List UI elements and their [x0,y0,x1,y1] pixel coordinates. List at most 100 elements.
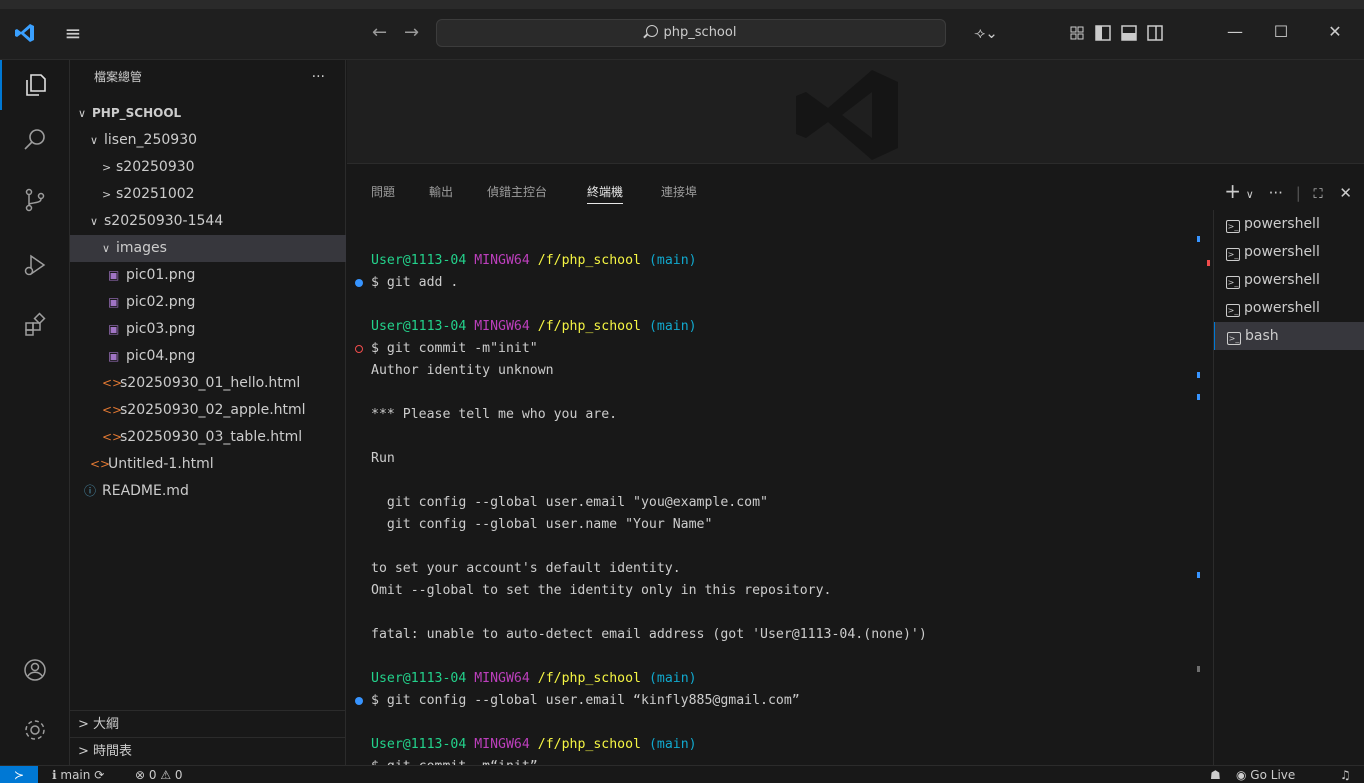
maximize-button[interactable]: ☐ [1258,16,1304,48]
tree-file-label: pic03.png [126,321,196,337]
branch-status[interactable]: ℹ︎ main ⟳ [52,766,104,783]
output-line: *** Please tell me who you are. [371,407,618,422]
tree-file[interactable]: ▣ pic01.png [70,262,346,289]
minimize-button[interactable]: — [1212,16,1258,48]
tree-folder[interactable]: ∨ lisen_250930 [70,127,346,154]
explorer-sidebar: 檔案總管 ··· ∨ PHP_SCHOOL ∨ lisen_250930 > s202… [70,60,346,765]
chevron-right-icon: > [78,717,94,732]
tab-output[interactable]: 輸出 [429,180,453,204]
terminal-instance-label: powershell [1244,272,1320,288]
title-bar-strip [0,0,1364,9]
tab-ports[interactable]: 連接埠 [661,180,697,204]
explorer-icon[interactable] [0,60,70,110]
extensions-icon[interactable] [0,300,70,350]
command-success-dot[interactable] [355,697,363,705]
copilot-status-icon[interactable]: ☗ [1210,766,1221,783]
tree-file[interactable]: <>s20250930_01_hello.html [70,370,346,397]
settings-gear-icon[interactable] [0,705,70,755]
scroll-thumb-marker [1197,666,1200,672]
tree-folder[interactable]: ∨ s20250930-1544 [70,208,346,235]
command-center-search[interactable]: php_school [436,19,946,47]
close-button[interactable]: ✕ [1312,16,1358,48]
explorer-title: 檔案總管 [94,70,143,84]
editor-area[interactable] [347,60,1364,163]
search-icon[interactable] [0,115,70,165]
source-control-icon[interactable] [0,175,70,225]
copilot-icon[interactable]: ⟢⌄ [968,22,1004,44]
outline-label: 大綱 [93,717,120,732]
branch-label: main [60,768,91,782]
more-icon[interactable]: ··· [1269,184,1283,202]
outline-section[interactable]: > 大綱 [70,710,346,737]
run-debug-icon[interactable] [0,240,70,290]
workspace-root[interactable]: ∨ PHP_SCHOOL [70,100,346,127]
prompt-branch: (main) [648,319,697,334]
image-file-icon: ▣ [108,349,120,363]
terminal-instance[interactable]: >_ powershell [1214,294,1364,322]
tree-folder[interactable]: > s20250930 [70,154,346,181]
toggle-sidebar-icon[interactable] [1092,22,1114,44]
chevron-down-icon[interactable]: ∨ [1246,188,1254,201]
tab-problems[interactable]: 問題 [371,180,395,204]
title-bar: ≡ ← → php_school ⟢⌄ — ☐ ✕ [0,0,1364,60]
notifications-bell-icon[interactable]: ♫ [1340,766,1351,783]
prompt-user: User@1113-04 [371,319,467,334]
output-line: Author identity unknown [371,363,554,378]
timeline-section[interactable]: > 時間表 [70,737,346,764]
more-actions-button[interactable]: ··· [312,60,325,95]
prompt-branch: (main) [648,671,697,686]
terminal-scrollbar[interactable] [1197,228,1211,766]
terminal-instance[interactable]: >_ powershell [1214,266,1364,294]
html-file-icon: <> [90,457,111,471]
tree-file[interactable]: ▣ pic03.png [70,316,346,343]
prompt-user: User@1113-04 [371,737,467,752]
terminal-instance[interactable]: >_ powershell [1214,210,1364,238]
scroll-marker [1197,394,1200,400]
chevron-right-icon: > [102,188,112,201]
tree-file[interactable]: ▣ pic04.png [70,343,346,370]
problems-status[interactable]: ⊗ 0 ⚠ 0 [135,766,183,783]
sync-icon[interactable]: ⟳ [94,768,104,782]
output-line: git config --global user.name "Your Name… [371,517,713,532]
close-panel-icon[interactable]: ✕ [1339,184,1352,202]
timeline-label: 時間表 [93,744,133,759]
terminal-instance-active[interactable]: >_ bash [1214,322,1364,350]
terminal-icon: >_ [1227,332,1241,345]
customize-layout-icon[interactable] [1066,22,1088,44]
maximize-panel-icon[interactable]: ⛶ [1314,187,1323,202]
bottom-panel: 問題 輸出 偵錯主控台 終端機 連接埠 + ∨ ··· | ⛶ ✕ User@1… [347,163,1364,766]
tree-file[interactable]: ▣ pic02.png [70,289,346,316]
toggle-secondary-sidebar-icon[interactable] [1144,22,1166,44]
chevron-down-icon: ∨ [90,134,99,147]
tree-folder[interactable]: > s20251002 [70,181,346,208]
tree-file-label: pic02.png [126,294,196,310]
image-file-icon: ▣ [108,295,120,309]
tree-file[interactable]: <>s20250930_03_table.html [70,424,346,451]
back-button[interactable]: ← [372,22,387,44]
command-success-dot[interactable] [355,279,363,287]
account-icon[interactable] [0,645,70,695]
prompt-user: User@1113-04 [371,671,467,686]
tree-file[interactable]: <>s20250930_02_apple.html [70,397,346,424]
terminal-output[interactable]: User@1113-04 MINGW64 /f/php_school (main… [347,228,1197,766]
tree-file[interactable]: ⓘ README.md [70,478,346,505]
prompt-system: MINGW64 [474,253,530,268]
tree-folder-images[interactable]: ∨ images [70,235,346,262]
tab-terminal[interactable]: 終端機 [587,180,624,204]
menu-icon[interactable]: ≡ [62,22,84,44]
prompt-path: /f/php_school [537,671,641,686]
terminal-icon: >_ [1226,220,1240,233]
tree-file[interactable]: <>Untitled-1.html [70,451,346,478]
command-error-dot[interactable] [355,345,363,353]
tab-debug-console[interactable]: 偵錯主控台 [487,180,547,204]
tree-file-label: pic01.png [126,267,196,283]
prompt-line: User@1113-04 MINGW64 /f/php_school (main… [371,734,697,756]
toggle-panel-icon[interactable] [1118,22,1140,44]
terminal-instance[interactable]: >_ powershell [1214,238,1364,266]
new-terminal-icon[interactable]: + [1224,179,1241,203]
prompt-path: /f/php_school [537,253,641,268]
remote-icon[interactable]: ≻ [0,766,38,783]
forward-button[interactable]: → [404,22,419,44]
search-icon [645,25,658,37]
go-live-button[interactable]: ◉ Go Live [1236,766,1295,783]
